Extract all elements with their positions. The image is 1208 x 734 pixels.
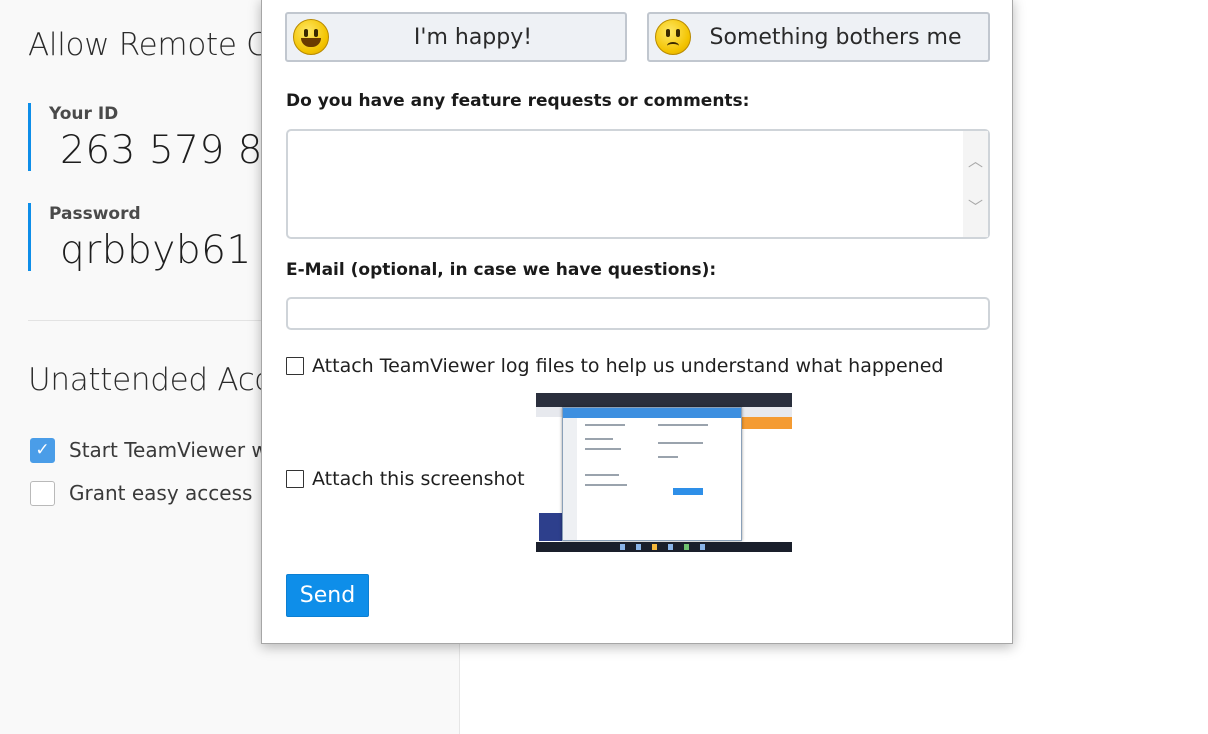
something-bothers-me-label: Something bothers me	[709, 24, 962, 50]
grant-easy-access-checkbox[interactable]	[30, 480, 55, 506]
allow-remote-control-title: Allow Remote Co	[28, 27, 287, 63]
comments-textarea[interactable]	[286, 129, 990, 239]
section-divider	[28, 320, 268, 321]
im-happy-label: I'm happy!	[413, 24, 533, 50]
start-teamviewer-checkbox[interactable]: ✓	[30, 437, 55, 463]
attach-logs-label: Attach TeamViewer log files to help us u…	[312, 355, 944, 377]
screenshot-thumbnail	[536, 393, 792, 552]
unattended-access-title: Unattended Acc	[28, 362, 272, 398]
attach-screenshot-option[interactable]: Attach this screenshot	[286, 467, 525, 491]
something-bothers-me-button[interactable]: Something bothers me	[647, 12, 990, 62]
feedback-dialog: I'm happy! Something bothers me Do you h…	[261, 0, 1013, 644]
attach-screenshot-checkbox[interactable]	[286, 470, 304, 488]
send-button[interactable]: Send	[286, 574, 369, 617]
im-happy-button[interactable]: I'm happy!	[285, 12, 627, 62]
grant-easy-access-label: Grant easy access	[69, 481, 253, 505]
smiling-face-icon	[293, 19, 329, 55]
start-teamviewer-label: Start TeamViewer wit	[69, 438, 282, 462]
attach-logs-checkbox[interactable]	[286, 357, 304, 375]
comments-label: Do you have any feature requests or comm…	[286, 91, 750, 111]
grant-easy-access-option[interactable]: Grant easy access	[30, 479, 252, 507]
email-label: E-Mail (optional, in case we have questi…	[286, 260, 717, 280]
chevron-down-icon[interactable]: ﹀	[963, 195, 988, 217]
attach-screenshot-label: Attach this screenshot	[312, 468, 525, 490]
comments-scrollbar[interactable]: ︿ ﹀	[963, 131, 988, 237]
email-input[interactable]	[286, 297, 990, 330]
frowning-face-icon	[655, 19, 691, 55]
chevron-up-icon[interactable]: ︿	[963, 149, 988, 171]
checkmark-icon: ✓	[35, 440, 50, 460]
attach-logs-option[interactable]: Attach TeamViewer log files to help us u…	[286, 354, 943, 378]
start-teamviewer-option[interactable]: ✓ Start TeamViewer wit	[30, 436, 281, 464]
